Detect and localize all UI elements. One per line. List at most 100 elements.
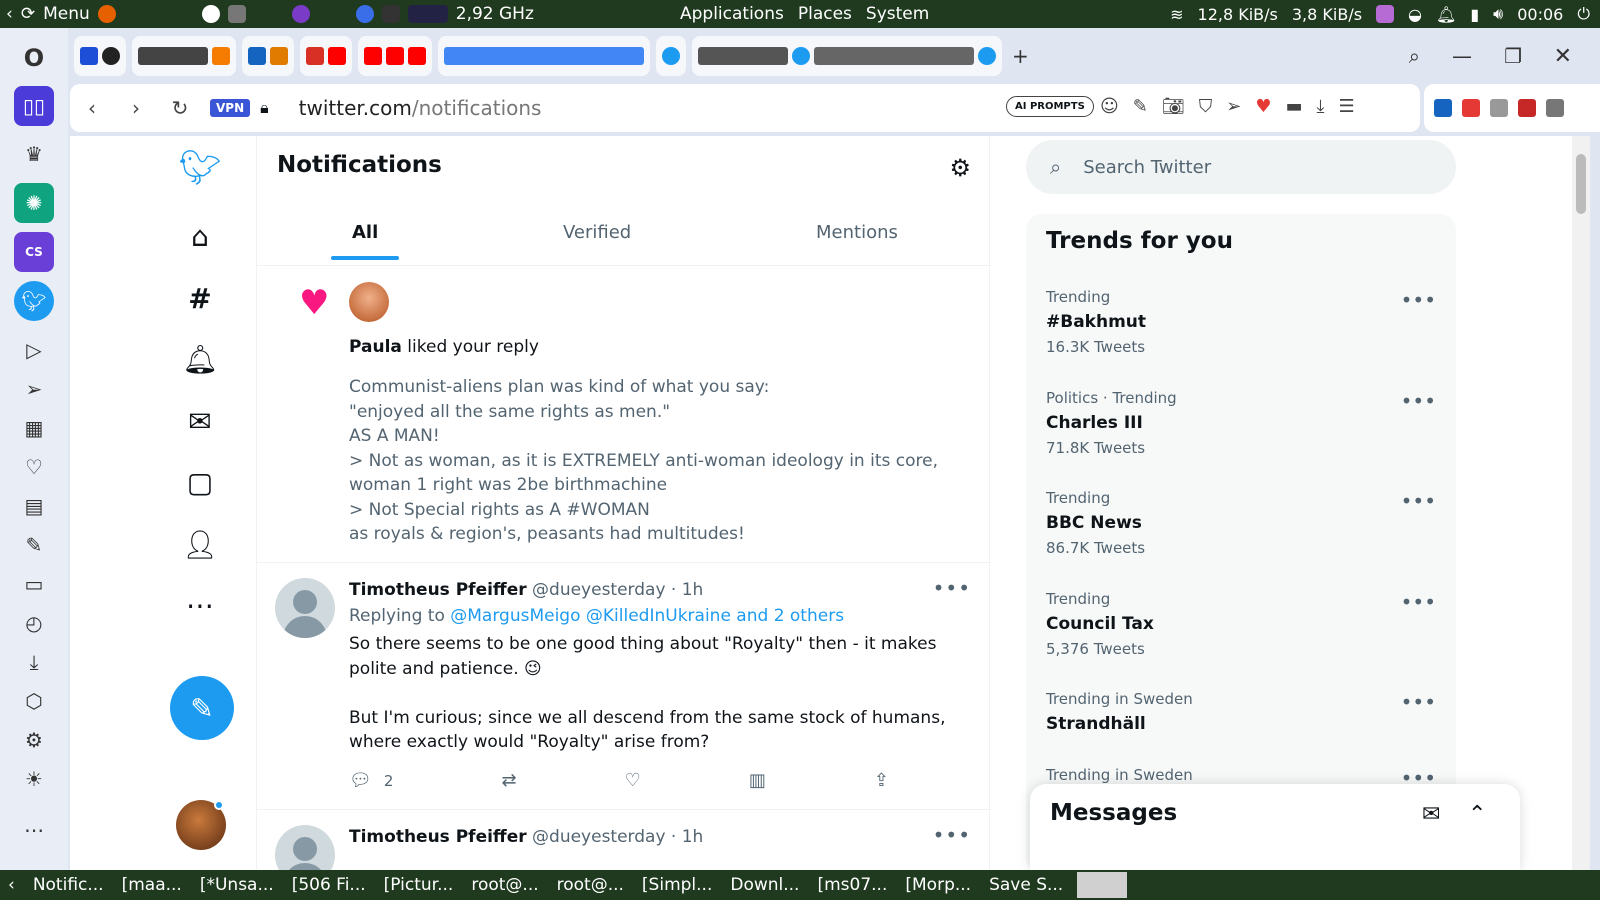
app-launcher-icon[interactable] xyxy=(201,5,220,23)
tweet[interactable]: Timotheus Pfeiffer @dueyesterday · 1h ••… xyxy=(257,564,991,810)
like-icon[interactable]: ♡ xyxy=(625,770,641,791)
scrollbar-thumb[interactable] xyxy=(1576,154,1586,214)
new-message-icon[interactable]: ✉ xyxy=(1422,802,1440,827)
explore-hashtag-icon[interactable]: # xyxy=(174,272,226,324)
liker-name[interactable]: Paula xyxy=(349,337,402,357)
expand-drawer-icon[interactable]: ⌃ xyxy=(1468,802,1486,827)
youtube-tab-icon[interactable] xyxy=(408,47,426,65)
author-name[interactable]: Timotheus Pfeiffer xyxy=(349,827,527,847)
messages-drawer[interactable]: Messages ✉ ⌃ xyxy=(1030,784,1520,870)
vpn-badge[interactable]: VPN xyxy=(210,99,251,117)
taskbar-item[interactable]: Downl... xyxy=(726,875,803,895)
applications-menu[interactable]: Applications xyxy=(680,4,784,24)
retweet-icon[interactable]: ⇄ xyxy=(501,770,516,791)
like-notification[interactable]: ♥ Paula liked your reply Communist-alien… xyxy=(257,267,991,563)
extension-puzzle-icon[interactable] xyxy=(1490,99,1508,117)
taskbar-item[interactable]: Save S... xyxy=(985,875,1067,895)
lock-icon[interactable]: 🔒︎ xyxy=(260,98,269,118)
places-menu[interactable]: Places xyxy=(798,4,852,24)
box-icon[interactable]: ⬡ xyxy=(14,681,54,721)
firefox-tab-icon[interactable] xyxy=(270,47,288,65)
trend-item[interactable]: Trending Council Tax 5,376 Tweets ••• xyxy=(1046,590,1446,658)
shield-icon[interactable]: ⛉ xyxy=(1199,96,1213,117)
tab-group-7[interactable] xyxy=(656,36,686,76)
tab-favicon[interactable] xyxy=(80,47,98,65)
flow-icon[interactable]: ➢ xyxy=(1226,96,1241,117)
trend-item[interactable]: Trending in Sweden ••• xyxy=(1046,766,1446,790)
home-icon[interactable]: ⌂ xyxy=(174,210,226,262)
replying-mentions[interactable]: @MargusMeigo @KilledInUkraine and 2 othe… xyxy=(450,606,844,626)
send-icon[interactable]: ➢ xyxy=(14,369,54,409)
lightbulb-icon[interactable]: ☀ xyxy=(14,759,54,799)
volume-icon[interactable]: 🔊︎ xyxy=(1493,4,1503,24)
misc-tabs[interactable] xyxy=(698,47,788,65)
twitter-tab-icon[interactable] xyxy=(978,47,996,65)
gmail-tab-icon[interactable] xyxy=(306,47,324,65)
trend-item[interactable]: Trending #Bakhmut 16.3K Tweets ••• xyxy=(1046,288,1446,356)
tabs-icon[interactable]: ▭ xyxy=(14,564,54,604)
misc-tabs-2[interactable] xyxy=(814,47,974,65)
extension-icon[interactable] xyxy=(1462,99,1480,117)
power-icon[interactable]: ⏻ xyxy=(1577,4,1590,24)
downloads-icon[interactable]: ⤓ xyxy=(14,642,54,682)
default-avatar[interactable] xyxy=(275,578,335,638)
cube-icon[interactable] xyxy=(1546,99,1564,117)
tab-group-6[interactable] xyxy=(438,36,650,76)
back-icon[interactable]: ‹ xyxy=(70,96,114,120)
tab-group-5[interactable] xyxy=(358,36,432,76)
terminal-launcher-icon[interactable] xyxy=(381,5,400,23)
heart-sidebar-icon[interactable]: ♡ xyxy=(14,447,54,487)
notification-bell-icon[interactable]: 🔔︎ xyxy=(1436,5,1456,24)
reload-icon[interactable]: ↻ xyxy=(158,96,202,120)
minimize-icon[interactable]: — xyxy=(1452,44,1472,68)
news-icon[interactable]: ▤ xyxy=(14,486,54,526)
opera-launcher-icon[interactable] xyxy=(355,5,374,23)
network-icon[interactable]: ◒ xyxy=(1408,5,1422,24)
history-icon[interactable]: ◴ xyxy=(14,603,54,643)
tab-all[interactable]: All xyxy=(352,222,378,243)
tab-group-4[interactable] xyxy=(300,36,352,76)
taskbar-item[interactable]: root@... xyxy=(553,875,628,895)
messages-envelope-icon[interactable]: ✉ xyxy=(174,395,226,447)
search-box[interactable]: ⌕ Search Twitter xyxy=(1026,140,1456,194)
restore-icon[interactable]: ❐ xyxy=(1504,44,1522,68)
mint-menu-icon[interactable]: ⟳ xyxy=(21,4,35,24)
tab-search-icon[interactable]: ⌕ xyxy=(1409,44,1420,68)
taskbar-item[interactable]: [maa... xyxy=(118,875,186,895)
profile-icon[interactable]: 👤︎ xyxy=(174,518,226,570)
trend-more-icon[interactable]: ••• xyxy=(1401,489,1436,513)
menu-button[interactable]: Menu xyxy=(43,4,90,24)
twitter-blue-icon[interactable]: ▢ xyxy=(174,456,226,508)
forward-icon[interactable]: › xyxy=(114,96,158,120)
taskbar-arrow-icon[interactable]: ‹ xyxy=(4,875,19,895)
trend-more-icon[interactable]: ••• xyxy=(1401,690,1436,714)
taskbar-item[interactable]: [ms07... xyxy=(813,875,891,895)
trend-more-icon[interactable]: ••• xyxy=(1401,288,1436,312)
url-field[interactable]: twitter.com/notifications xyxy=(299,96,542,120)
default-avatar[interactable] xyxy=(275,825,335,870)
liker-avatar[interactable] xyxy=(349,282,389,322)
trend-item[interactable]: Trending BBC News 86.7K Tweets ••• xyxy=(1046,489,1446,557)
author-handle[interactable]: @dueyesterday · 1h xyxy=(532,580,703,600)
twitter-tab-icon[interactable] xyxy=(662,47,680,65)
firefox-icon[interactable] xyxy=(97,5,116,23)
youtube-tab-icon[interactable] xyxy=(386,47,404,65)
trend-item[interactable]: Politics · Trending Charles III 71.8K Tw… xyxy=(1046,389,1446,457)
tab-mentions[interactable]: Mentions xyxy=(816,222,898,243)
reply-button[interactable]: 💬︎ 2 xyxy=(349,770,393,791)
analytics-icon[interactable]: ▥ xyxy=(749,770,766,791)
download-icon[interactable]: ⤓ xyxy=(1316,96,1324,117)
chatsonic-icon[interactable]: CS xyxy=(14,232,54,272)
extension-icon[interactable] xyxy=(1434,99,1452,117)
chatgpt-icon[interactable]: ✺ xyxy=(14,183,54,223)
battery-saver-icon[interactable]: ▬ xyxy=(1285,96,1302,117)
edit-icon[interactable]: ✎ xyxy=(14,525,54,565)
tab-group-8[interactable] xyxy=(692,36,1002,76)
podcast-app-icon[interactable] xyxy=(291,5,310,23)
apps-grid-icon[interactable]: ▦ xyxy=(14,408,54,448)
trend-item[interactable]: Trending in Sweden Strandhäll ••• xyxy=(1046,690,1446,734)
trend-more-icon[interactable]: ••• xyxy=(1401,590,1436,614)
taskbar-item[interactable]: [506 Fi... xyxy=(288,875,370,895)
youtube-tab-icon[interactable] xyxy=(328,47,346,65)
tab-favicon[interactable] xyxy=(248,47,266,65)
